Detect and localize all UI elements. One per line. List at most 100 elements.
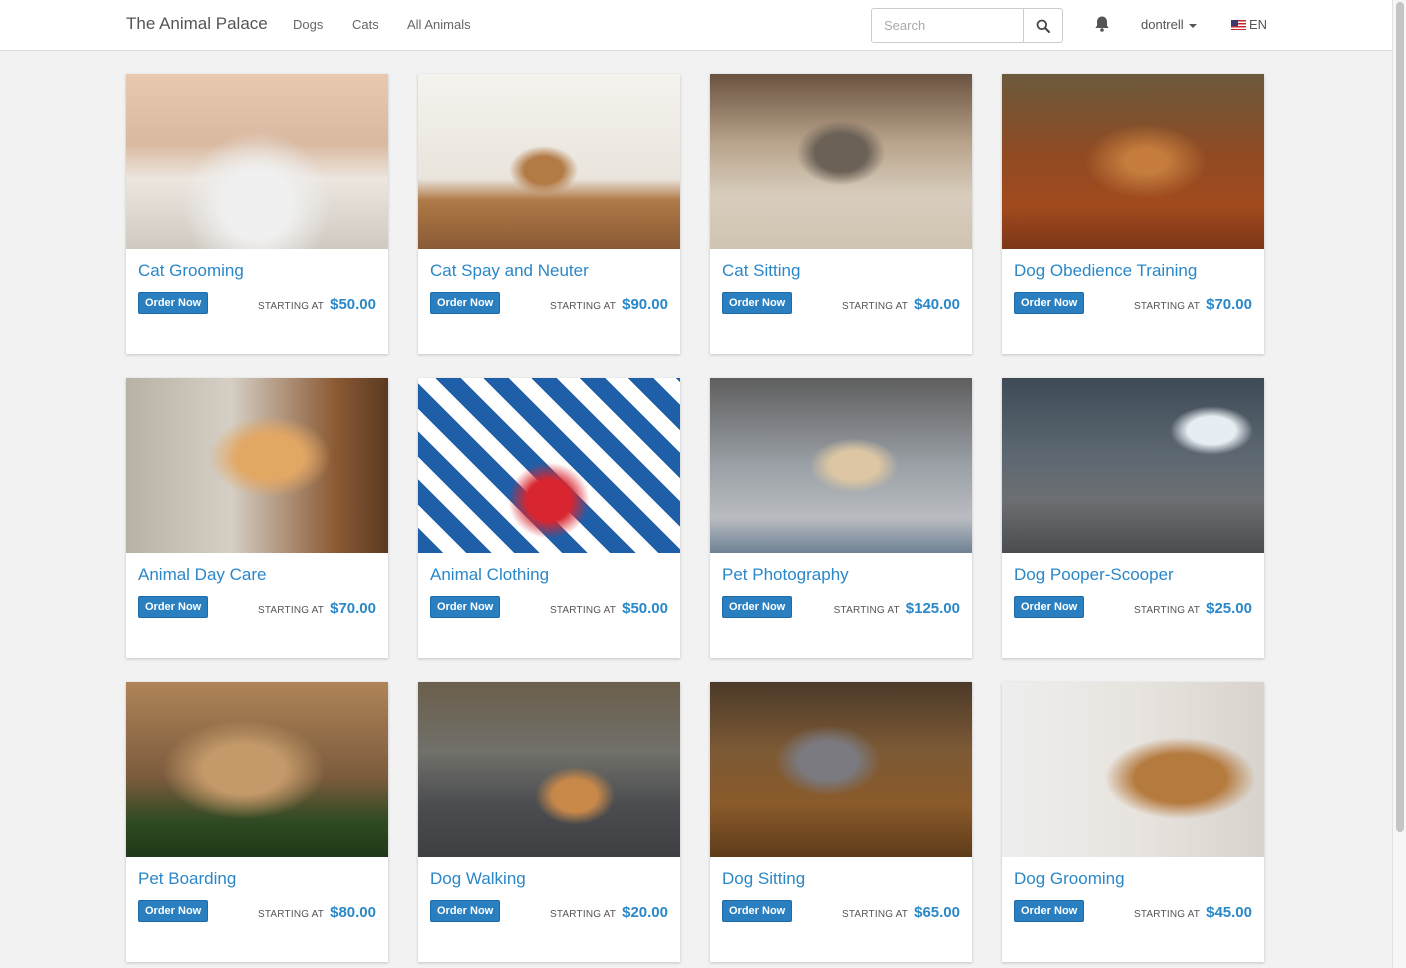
price-row: STARTING AT $70.00: [258, 600, 376, 617]
service-price: $125.00: [905, 600, 960, 617]
search-box: [871, 8, 1063, 43]
service-card: Dog Obedience Training Order Now STARTIN…: [1002, 74, 1264, 354]
service-price: $80.00: [330, 904, 376, 921]
service-card: Cat Grooming Order Now STARTING AT $50.00: [126, 74, 388, 354]
site-brand[interactable]: The Animal Palace: [126, 14, 268, 34]
nav-link-cats[interactable]: Cats: [352, 17, 379, 32]
starting-at-label: STARTING AT: [550, 301, 617, 312]
service-price: $20.00: [622, 904, 668, 921]
chevron-down-icon: [1188, 23, 1197, 28]
service-title[interactable]: Animal Clothing: [430, 565, 549, 585]
price-row: STARTING AT $40.00: [842, 296, 960, 313]
starting-at-label: STARTING AT: [833, 605, 900, 616]
user-menu[interactable]: dontrell: [1141, 17, 1197, 32]
price-row: STARTING AT $80.00: [258, 904, 376, 921]
price-row: STARTING AT $20.00: [550, 904, 668, 921]
service-title[interactable]: Dog Walking: [430, 869, 526, 889]
order-now-button[interactable]: Order Now: [722, 596, 793, 618]
service-price: $40.00: [914, 296, 960, 313]
starting-at-label: STARTING AT: [1134, 301, 1201, 312]
service-title[interactable]: Cat Spay and Neuter: [430, 261, 589, 281]
service-card: Dog Sitting Order Now STARTING AT $65.00: [710, 682, 972, 962]
order-now-button[interactable]: Order Now: [138, 596, 209, 618]
service-image[interactable]: [1002, 682, 1264, 857]
order-now-button[interactable]: Order Now: [722, 900, 793, 922]
service-image[interactable]: [710, 378, 972, 553]
starting-at-label: STARTING AT: [550, 909, 617, 920]
service-price: $45.00: [1206, 904, 1252, 921]
starting-at-label: STARTING AT: [1134, 909, 1201, 920]
order-now-button[interactable]: Order Now: [1014, 900, 1085, 922]
service-title[interactable]: Animal Day Care: [138, 565, 267, 585]
price-row: STARTING AT $90.00: [550, 296, 668, 313]
price-row: STARTING AT $25.00: [1134, 600, 1252, 617]
service-title[interactable]: Pet Photography: [722, 565, 849, 585]
service-price: $65.00: [914, 904, 960, 921]
top-navbar: The Animal Palace Dogs Cats All Animals …: [0, 0, 1392, 51]
nav-link-all-animals[interactable]: All Animals: [407, 17, 471, 32]
language-selector[interactable]: EN: [1231, 17, 1267, 32]
service-title[interactable]: Cat Grooming: [138, 261, 244, 281]
service-card: Dog Pooper-Scooper Order Now STARTING AT…: [1002, 378, 1264, 658]
search-button[interactable]: [1023, 9, 1062, 42]
bell-icon[interactable]: [1093, 15, 1111, 33]
order-now-button[interactable]: Order Now: [1014, 292, 1085, 314]
service-card: Pet Photography Order Now STARTING AT $12…: [710, 378, 972, 658]
service-image[interactable]: [418, 682, 680, 857]
starting-at-label: STARTING AT: [550, 605, 617, 616]
order-now-button[interactable]: Order Now: [430, 292, 501, 314]
starting-at-label: STARTING AT: [1134, 605, 1201, 616]
service-image[interactable]: [1002, 378, 1264, 553]
scrollbar-thumb[interactable]: [1396, 2, 1404, 832]
service-image[interactable]: [710, 74, 972, 249]
price-row: STARTING AT $50.00: [258, 296, 376, 313]
price-row: STARTING AT $65.00: [842, 904, 960, 921]
service-card: Pet Boarding Order Now STARTING AT $80.00: [126, 682, 388, 962]
service-price: $70.00: [330, 600, 376, 617]
starting-at-label: STARTING AT: [842, 909, 909, 920]
service-title[interactable]: Dog Sitting: [722, 869, 805, 889]
service-price: $90.00: [622, 296, 668, 313]
service-price: $25.00: [1206, 600, 1252, 617]
starting-at-label: STARTING AT: [258, 605, 325, 616]
service-title[interactable]: Cat Sitting: [722, 261, 800, 281]
order-now-button[interactable]: Order Now: [430, 900, 501, 922]
starting-at-label: STARTING AT: [258, 301, 325, 312]
price-row: STARTING AT $45.00: [1134, 904, 1252, 921]
price-row: STARTING AT $50.00: [550, 600, 668, 617]
service-card: Cat Sitting Order Now STARTING AT $40.00: [710, 74, 972, 354]
service-price: $50.00: [622, 600, 668, 617]
nav-link-dogs[interactable]: Dogs: [293, 17, 323, 32]
vertical-scrollbar[interactable]: [1392, 0, 1406, 968]
service-image[interactable]: [126, 378, 388, 553]
service-image[interactable]: [710, 682, 972, 857]
service-grid: Cat Grooming Order Now STARTING AT $50.00…: [126, 74, 1266, 962]
user-name: dontrell: [1141, 17, 1184, 32]
order-now-button[interactable]: Order Now: [1014, 596, 1085, 618]
service-image[interactable]: [126, 682, 388, 857]
service-title[interactable]: Dog Pooper-Scooper: [1014, 565, 1174, 585]
order-now-button[interactable]: Order Now: [138, 900, 209, 922]
service-card: Dog Walking Order Now STARTING AT $20.00: [418, 682, 680, 962]
service-title[interactable]: Pet Boarding: [138, 869, 236, 889]
service-image[interactable]: [418, 378, 680, 553]
service-price: $70.00: [1206, 296, 1252, 313]
price-row: STARTING AT $70.00: [1134, 296, 1252, 313]
search-icon: [1036, 19, 1050, 33]
starting-at-label: STARTING AT: [842, 301, 909, 312]
service-card: Animal Day Care Order Now STARTING AT $70…: [126, 378, 388, 658]
service-image[interactable]: [1002, 74, 1264, 249]
language-label: EN: [1249, 17, 1268, 32]
service-title[interactable]: Dog Obedience Training: [1014, 261, 1197, 281]
order-now-button[interactable]: Order Now: [430, 596, 501, 618]
service-card: Cat Spay and Neuter Order Now STARTING A…: [418, 74, 680, 354]
service-card: Animal Clothing Order Now STARTING AT $50…: [418, 378, 680, 658]
order-now-button[interactable]: Order Now: [722, 292, 793, 314]
price-row: STARTING AT $125.00: [834, 600, 960, 617]
service-image[interactable]: [418, 74, 680, 249]
order-now-button[interactable]: Order Now: [138, 292, 209, 314]
service-card: Dog Grooming Order Now STARTING AT $45.00: [1002, 682, 1264, 962]
search-input[interactable]: [872, 9, 1023, 42]
service-image[interactable]: [126, 74, 388, 249]
service-title[interactable]: Dog Grooming: [1014, 869, 1125, 889]
